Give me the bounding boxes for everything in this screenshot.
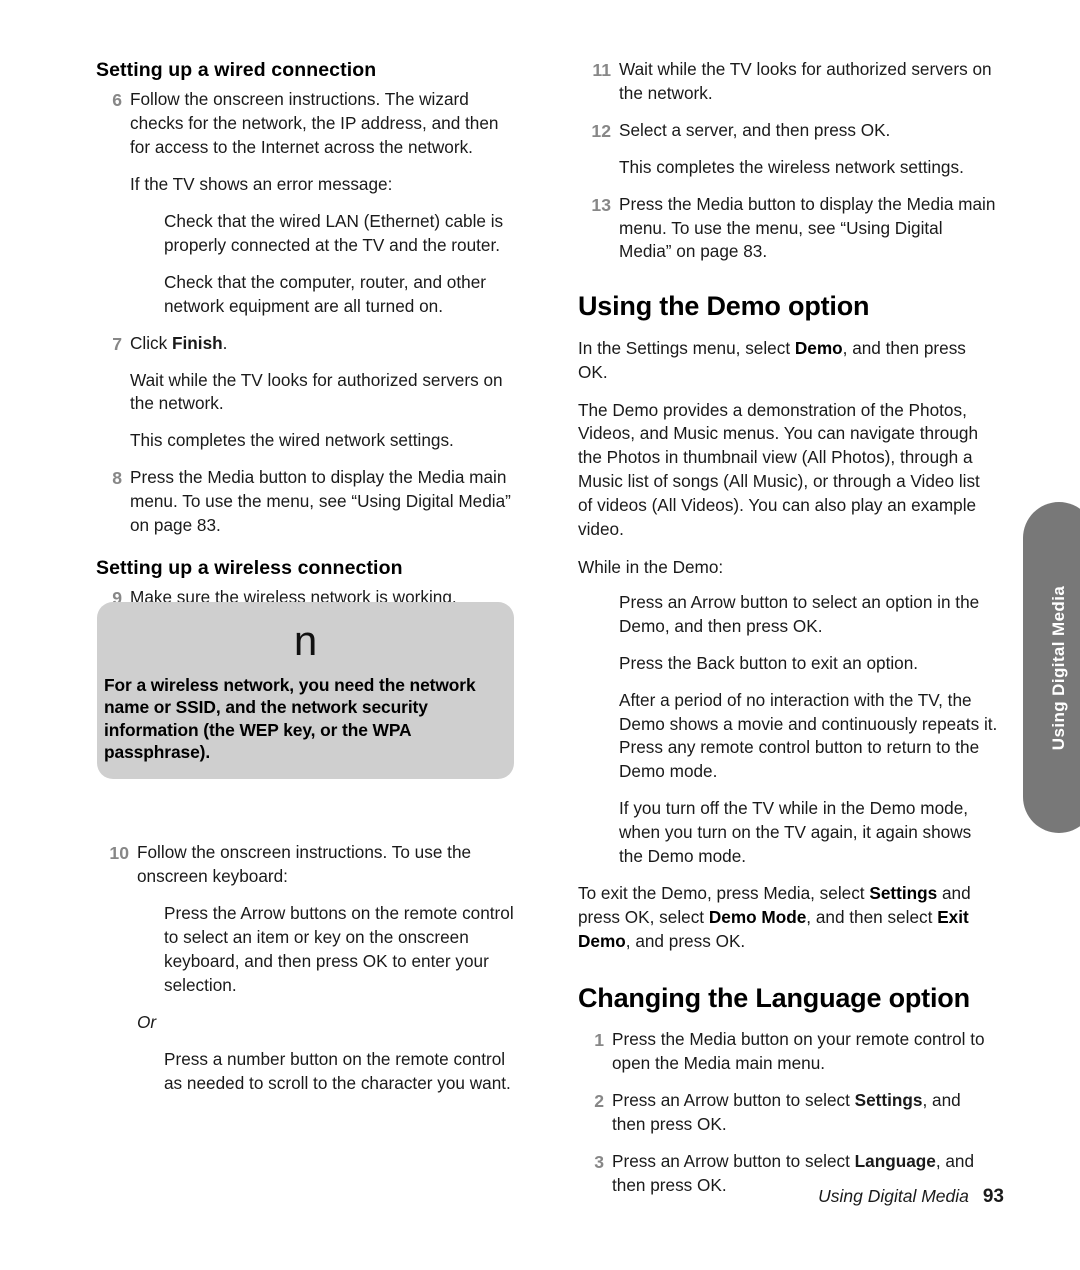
- lang-step-3-number: 3: [594, 1151, 604, 1172]
- document-page: Setting up a wired connection 6 Follow t…: [0, 0, 1080, 1270]
- step-10: 10 Follow the onscreen instructions. To …: [96, 841, 516, 889]
- error-check-item-1: Check that the wired LAN (Ethernet) cabl…: [164, 211, 504, 255]
- demo-intro-prefix: In the Settings menu, select: [578, 337, 795, 358]
- step-13: 13 Press the Media button to display the…: [578, 193, 998, 265]
- heading-changing-language-option: Changing the Language option: [578, 982, 970, 1013]
- chapter-side-tab: Using Digital Media: [1023, 502, 1080, 833]
- error-check-item-2: Check that the computer, router, and oth…: [164, 271, 486, 316]
- page-footer: Using Digital Media 93: [818, 1186, 1004, 1208]
- exit-demo-paragraph: To exit the Demo, press Media, select Se…: [578, 882, 998, 954]
- demo-bullet-2: Press the Back button to exit an option.: [619, 652, 919, 673]
- heading-wired-connection: Setting up a wired connection: [96, 59, 377, 81]
- demo-intro-bold: Demo: [794, 337, 843, 358]
- wired-settings-complete-note: This completes the wired network setting…: [130, 430, 454, 451]
- lang-step-2-bold: Settings: [854, 1089, 923, 1110]
- demo-description-paragraph: The Demo provides a demonstration of the…: [578, 399, 980, 540]
- lang-step-1: 1 Press the Media button on your remote …: [578, 1028, 998, 1076]
- exit-demo-p4: , and press OK.: [625, 930, 746, 951]
- step-12-text: Select a server, and then press OK.: [619, 119, 891, 140]
- lang-step-3-prefix: Press an Arrow button to select: [612, 1150, 855, 1171]
- wait-for-servers-note: Wait while the TV looks for authorized s…: [130, 369, 503, 414]
- step-6: 6 Follow the onscreen instructions. The …: [96, 88, 516, 160]
- footer-page-number: 93: [982, 1186, 1004, 1207]
- step-6-number: 6: [112, 90, 122, 111]
- lang-step-2-prefix: Press an Arrow button to select: [612, 1089, 855, 1110]
- heading-wireless-connection: Setting up a wireless connection: [96, 556, 403, 579]
- exit-demo-p3: , and then select: [806, 906, 938, 927]
- step-7-text-suffix: .: [222, 332, 228, 353]
- step-11-number: 11: [592, 60, 611, 80]
- step-11: 11 Wait while the TV looks for authorize…: [578, 58, 998, 106]
- or-separator: Or: [137, 1011, 157, 1032]
- wireless-note-text: For a wireless network, you need the net…: [104, 675, 476, 762]
- step-7-text-prefix: Click: [130, 332, 173, 353]
- keyboard-arrow-instruction: Press the Arrow buttons on the remote co…: [164, 903, 514, 995]
- lang-step-2: 2 Press an Arrow button to select Settin…: [578, 1089, 998, 1137]
- step-11-text: Wait while the TV looks for authorized s…: [619, 59, 992, 103]
- exit-demo-b1: Settings: [869, 882, 938, 903]
- lang-step-1-text: Press the Media button on your remote co…: [612, 1029, 985, 1073]
- step-7-number: 7: [112, 333, 122, 354]
- step-12: 12 Select a server, and then press OK.: [578, 119, 998, 143]
- demo-bullet-1: Press an Arrow button to select an optio…: [619, 591, 980, 636]
- footer-chapter-title: Using Digital Media: [818, 1186, 969, 1206]
- demo-intro-paragraph: In the Settings menu, select Demo, and t…: [578, 337, 998, 385]
- lang-step-3-bold: Language: [854, 1150, 936, 1171]
- step-7-text-bold: Finish: [172, 332, 223, 353]
- error-message-intro: If the TV shows an error message:: [130, 174, 393, 195]
- lang-step-1-number: 1: [594, 1030, 604, 1051]
- exit-demo-b2: Demo Mode: [708, 906, 807, 927]
- wireless-note-callout: n For a wireless network, you need the n…: [97, 602, 514, 779]
- demo-bullet-4: If you turn off the TV while in the Demo…: [619, 798, 972, 867]
- exit-demo-p1: To exit the Demo, press Media, select: [578, 882, 870, 903]
- step-13-text: Press the Media button to display the Me…: [619, 193, 996, 262]
- note-symbol-icon: n: [293, 617, 318, 664]
- step-10-number: 10: [109, 843, 129, 864]
- step-6-text: Follow the onscreen instructions. The wi…: [130, 89, 499, 158]
- chapter-side-tab-label: Using Digital Media: [1049, 585, 1068, 750]
- keyboard-number-instruction: Press a number button on the remote cont…: [164, 1048, 511, 1093]
- step-8-text: Press the Media button to display the Me…: [130, 467, 511, 536]
- right-column: 11 Wait while the TV looks for authorize…: [578, 58, 998, 1211]
- left-column: Setting up a wired connection 6 Follow t…: [96, 58, 516, 1108]
- step-12-number: 12: [591, 120, 611, 141]
- step-8-number: 8: [112, 468, 122, 489]
- heading-using-demo-option: Using the Demo option: [578, 291, 870, 322]
- step-10-text: Follow the onscreen instructions. To use…: [137, 842, 472, 887]
- wireless-settings-complete-note: This completes the wireless network sett…: [619, 156, 964, 177]
- while-in-demo-intro: While in the Demo:: [578, 556, 724, 577]
- demo-bullet-3: After a period of no interaction with th…: [619, 689, 998, 782]
- lang-step-2-number: 2: [594, 1090, 604, 1111]
- step-7: 7 Click Finish.: [96, 332, 516, 356]
- step-8: 8 Press the Media button to display the …: [96, 466, 516, 538]
- step-13-number: 13: [591, 194, 611, 215]
